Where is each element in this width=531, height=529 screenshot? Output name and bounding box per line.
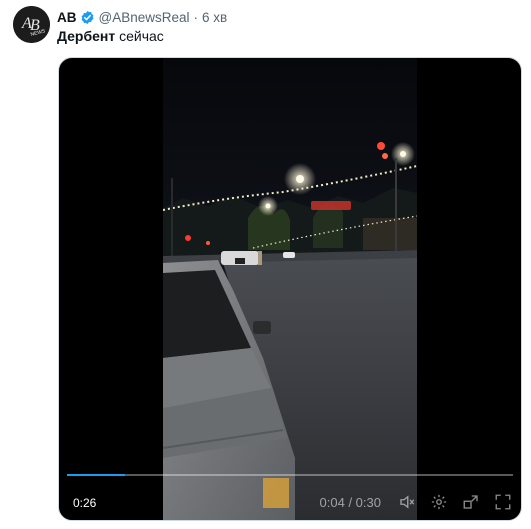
settings-icon[interactable] — [429, 492, 449, 512]
tweet-text-bold: Дербент — [57, 28, 116, 44]
video-frame[interactable] — [163, 58, 417, 520]
fullscreen-exit-icon[interactable] — [461, 492, 481, 512]
video-progress-fill — [67, 474, 125, 476]
author-handle[interactable]: @ABnewsReal — [99, 10, 190, 25]
video-time-display: 0:04 / 0:30 — [319, 494, 381, 510]
video-controls: 0:04 / 0:30 — [320, 488, 513, 516]
video-progress-bar[interactable] — [67, 474, 513, 476]
verified-badge-icon — [80, 10, 95, 25]
tweet-text-rest: сейчас — [115, 28, 164, 44]
mute-icon[interactable] — [397, 492, 417, 512]
fullscreen-icon[interactable] — [493, 492, 513, 512]
video-player[interactable]: 0:26 0:04 / 0:30 — [58, 57, 522, 521]
tweet-text: Дербент сейчас — [57, 28, 164, 44]
elapsed-overlay: 0:26 — [73, 496, 97, 510]
timestamp[interactable]: 6 хв — [202, 10, 227, 25]
tweet-header: AB @ABnewsReal · 6 хв — [57, 8, 227, 26]
author-name[interactable]: AB — [57, 10, 77, 25]
separator: · — [193, 9, 199, 25]
avatar[interactable]: A B NEWS — [13, 6, 50, 43]
